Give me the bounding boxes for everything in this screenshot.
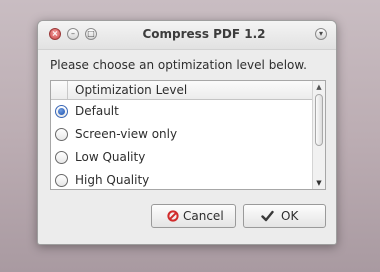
cancel-icon	[167, 210, 179, 225]
cancel-button[interactable]: Cancel	[151, 204, 236, 228]
compress-pdf-dialog: × – □ Compress PDF 1.2 ▾ Please choose a…	[37, 20, 337, 245]
cancel-label: Cancel	[183, 209, 224, 223]
instruction-text: Please choose an optimization level belo…	[50, 58, 307, 72]
list-item-high-quality[interactable]: High Quality	[51, 169, 313, 189]
ok-button[interactable]: OK	[243, 204, 326, 228]
list-header[interactable]: Optimization Level	[51, 81, 313, 100]
radio-button-high-quality[interactable]	[55, 174, 68, 187]
column-header-optimization-level[interactable]: Optimization Level	[75, 83, 187, 97]
scrollbar-thumb[interactable]	[315, 94, 323, 146]
option-label: High Quality	[75, 173, 150, 187]
checkmark-icon	[261, 210, 274, 225]
radio-button-screen-view-only[interactable]	[55, 128, 68, 141]
vertical-scrollbar[interactable]: ▲ ▼	[312, 81, 325, 189]
radio-button-low-quality[interactable]	[55, 151, 68, 164]
scroll-up-arrow-icon[interactable]: ▲	[313, 82, 325, 92]
ok-label: OK	[281, 209, 299, 223]
window-menu-button[interactable]: ▾	[315, 28, 327, 40]
option-label: Screen-view only	[75, 127, 178, 141]
list-item-screen-view-only[interactable]: Screen-view only	[51, 123, 313, 146]
window-title: Compress PDF 1.2	[142, 27, 266, 41]
scroll-down-arrow-icon[interactable]: ▼	[313, 178, 325, 188]
option-label: Low Quality	[75, 150, 146, 164]
optimization-level-list[interactable]: Optimization Level Default Screen-view o…	[50, 80, 326, 190]
radio-button-default[interactable]	[55, 105, 68, 118]
header-separator	[67, 81, 68, 99]
option-label: Default	[75, 104, 119, 118]
list-item-default[interactable]: Default	[51, 100, 313, 123]
list-item-low-quality[interactable]: Low Quality	[51, 146, 313, 169]
title-bar[interactable]: × – □ Compress PDF 1.2 ▾	[38, 21, 336, 50]
